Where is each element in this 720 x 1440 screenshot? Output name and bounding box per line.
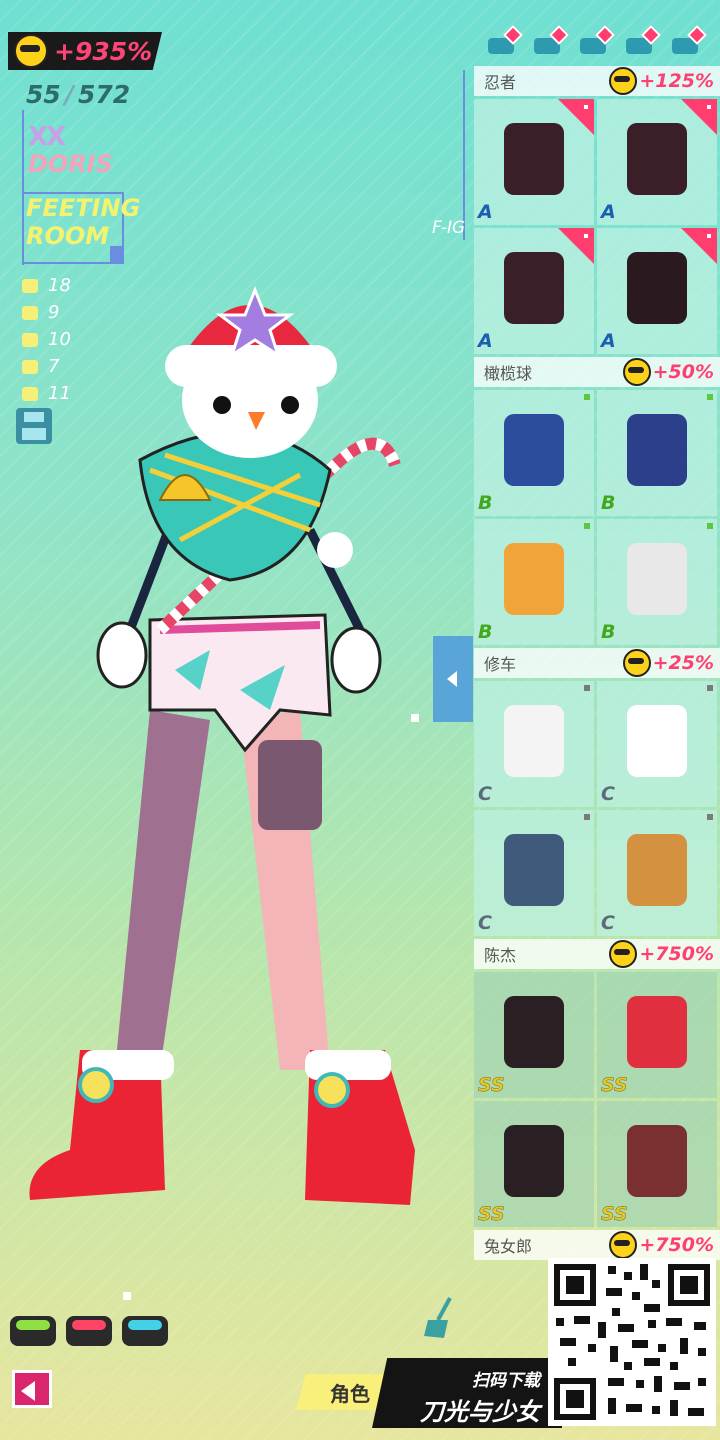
- set-header: 橄榄球 +50%: [474, 357, 720, 387]
- set-bonus: +125%: [639, 70, 714, 92]
- fitting-room-label: FEETING ROOM: [24, 192, 141, 264]
- cool-face-icon: [609, 67, 638, 95]
- item-ninja-shorts[interactable]: A: [474, 228, 594, 354]
- set-header: 修车 +25%: [474, 648, 720, 678]
- item-chenjie-shoes[interactable]: SS: [597, 1101, 717, 1227]
- item-mechanic-shirt[interactable]: C: [474, 681, 594, 807]
- item-chenjie-pants[interactable]: SS: [474, 1101, 594, 1227]
- glove-filter-icon[interactable]: [580, 25, 615, 56]
- item-football-jersey[interactable]: B: [474, 390, 594, 516]
- outfit-slots: [10, 1316, 168, 1346]
- set-name: 修车: [484, 655, 517, 674]
- outfit-slot-3[interactable]: [122, 1316, 168, 1346]
- set-bonus: +50%: [652, 361, 714, 383]
- item-mechanic-shorts[interactable]: C: [474, 810, 594, 936]
- boot-filter-icon[interactable]: [626, 25, 661, 56]
- cool-face-icon: [609, 1231, 638, 1259]
- sparkle: [411, 714, 419, 722]
- set-football: 橄榄球 +50% B B B B: [474, 357, 720, 645]
- item-football-pants[interactable]: B: [474, 519, 594, 645]
- set-header: 兔女郎 +750%: [474, 1230, 720, 1260]
- set-name: 忍者: [484, 73, 517, 92]
- cool-face-icon: [14, 34, 48, 68]
- clear-outfit-icon[interactable]: [422, 1296, 458, 1340]
- set-bonus: +750%: [639, 1234, 714, 1256]
- set-bunny-girl: 兔女郎 +750%: [474, 1230, 720, 1260]
- qr-code[interactable]: [548, 1258, 716, 1426]
- cool-face-icon: [622, 358, 651, 386]
- promo-small-text: 扫码下载: [472, 1371, 540, 1391]
- item-mechanic-gloves[interactable]: C: [597, 681, 717, 807]
- hat-filter-icon[interactable]: [488, 25, 523, 56]
- set-name: 陈杰: [484, 946, 517, 965]
- category-filter-bar: [488, 25, 707, 56]
- cool-face-icon: [609, 940, 638, 968]
- set-header: 陈杰 +750%: [474, 939, 720, 969]
- outfit-slot-2[interactable]: [66, 1316, 112, 1346]
- sparkle: [123, 1292, 131, 1300]
- set-name: 橄榄球: [484, 364, 533, 383]
- collection-current: 55: [26, 80, 61, 109]
- item-ninja-arm-guards[interactable]: A: [597, 99, 717, 225]
- figure-tag: F-IG: [432, 218, 466, 238]
- collection-total: 572: [77, 80, 131, 109]
- profile-name: DORIS: [28, 150, 114, 178]
- set-bonus: +750%: [639, 943, 714, 965]
- set-name: 兔女郎: [484, 1237, 533, 1256]
- set-ninja: 忍者 +125% A A A A: [474, 66, 720, 354]
- collapse-panel-button[interactable]: [433, 636, 473, 722]
- character-model: [29, 285, 415, 1205]
- wardrobe-panel: 忍者 +125% A A A A 橄榄球 +50% B B B B 修车 +25…: [474, 66, 720, 1263]
- promo-banner[interactable]: 扫码下载 刀光与少女: [372, 1358, 562, 1428]
- outfit-slot-1[interactable]: [10, 1316, 56, 1346]
- collection-counter: 55/572: [26, 80, 131, 109]
- profile-mark: XX: [28, 122, 66, 152]
- top-filter-icon[interactable]: [534, 25, 569, 56]
- fitting-room-line2: ROOM: [26, 222, 110, 250]
- cool-face-icon: [622, 649, 651, 677]
- fitting-room-line1: FEETING: [26, 194, 141, 222]
- item-chenjie-top[interactable]: SS: [474, 972, 594, 1098]
- item-football-socks[interactable]: B: [597, 519, 717, 645]
- item-ninja-boots[interactable]: A: [597, 228, 717, 354]
- item-chenjie-gauntlet[interactable]: SS: [597, 972, 717, 1098]
- item-ninja-top[interactable]: A: [474, 99, 594, 225]
- promo-title: 刀光与少女: [420, 1398, 540, 1426]
- set-bonus: +25%: [652, 652, 714, 674]
- item-mechanic-boots[interactable]: C: [597, 810, 717, 936]
- total-bonus-badge: +935%: [8, 32, 162, 70]
- shoe-filter-icon[interactable]: [672, 25, 707, 56]
- set-chenjie: 陈杰 +750% SS SS SS SS: [474, 939, 720, 1227]
- back-button[interactable]: [12, 1370, 52, 1408]
- figure-divider: [463, 70, 465, 240]
- item-football-gloves[interactable]: B: [597, 390, 717, 516]
- set-mechanic: 修车 +25% C C C C: [474, 648, 720, 936]
- total-bonus-value: +935%: [54, 36, 153, 66]
- set-header: 忍者 +125%: [474, 66, 720, 96]
